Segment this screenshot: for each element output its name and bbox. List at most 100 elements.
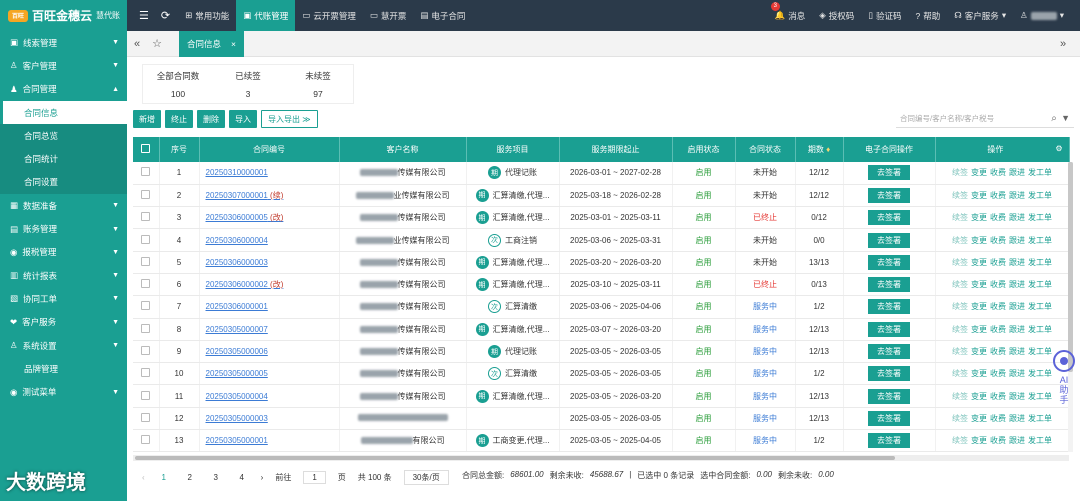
messages-button[interactable]: 3 🔔 消息: [770, 1, 805, 22]
change-link[interactable]: 变更: [971, 168, 987, 177]
sidebar-item-workorders[interactable]: ▧ 协同工单 ▼: [0, 287, 127, 310]
change-link[interactable]: 变更: [971, 236, 987, 245]
workorder-link[interactable]: 发工单: [1028, 369, 1052, 378]
change-link[interactable]: 变更: [971, 258, 987, 267]
ai-assistant-button[interactable]: AI 助 手: [1052, 350, 1076, 405]
stop-button[interactable]: 终止: [165, 110, 193, 128]
renew-link[interactable]: 续签: [952, 191, 968, 200]
follow-link[interactable]: 跟进: [1009, 302, 1025, 311]
sidebar-item-system[interactable]: ♙ 系统设置 ▼: [0, 334, 127, 357]
sign-button[interactable]: 去签署: [868, 366, 910, 382]
workorder-link[interactable]: 发工单: [1028, 436, 1052, 445]
sidebar-item-reports[interactable]: ▥ 统计报表 ▼: [0, 264, 127, 287]
sidebar-sub-contract-overview[interactable]: 合同总览: [0, 124, 127, 148]
sign-button[interactable]: 去签署: [868, 433, 910, 449]
row-checkbox[interactable]: [133, 162, 160, 185]
charge-link[interactable]: 收费: [990, 191, 1006, 200]
refresh-icon[interactable]: ⟳: [161, 9, 170, 22]
stat-total[interactable]: 全部合同数 100: [143, 65, 213, 103]
change-link[interactable]: 变更: [971, 414, 987, 423]
sidebar-item-data-prep[interactable]: ▦ 数据准备 ▼: [0, 194, 127, 217]
contract-no-link[interactable]: 20250305000001: [199, 429, 340, 453]
table-row[interactable]: 8 20250305000007 传媒有限公司 期汇算清缴,代理... 2025…: [133, 318, 1070, 341]
table-row[interactable]: 7 20250306000001 传媒有限公司 次汇算清缴 2025-03-06…: [133, 295, 1070, 319]
renew-link[interactable]: 续签: [952, 280, 968, 289]
charge-link[interactable]: 收费: [990, 302, 1006, 311]
renew-link[interactable]: 续签: [952, 302, 968, 311]
delete-button[interactable]: 删除: [197, 110, 225, 128]
follow-link[interactable]: 跟进: [1009, 258, 1025, 267]
topnav-e-contract[interactable]: ▤ 电子合同: [413, 0, 472, 31]
sign-button[interactable]: 去签署: [868, 232, 910, 248]
sidebar-item-contracts[interactable]: ♟ 合同管理 ▲: [0, 78, 127, 101]
table-row[interactable]: 1 20250310000001 传媒有限公司 期代理记账 2026-03-01…: [133, 162, 1070, 185]
charge-link[interactable]: 收费: [990, 414, 1006, 423]
workorder-link[interactable]: 发工单: [1028, 191, 1052, 200]
workorder-link[interactable]: 发工单: [1028, 280, 1052, 289]
charge-link[interactable]: 收费: [990, 236, 1006, 245]
import-export-button[interactable]: 导入导出 ≫: [261, 110, 318, 128]
charge-link[interactable]: 收费: [990, 325, 1006, 334]
follow-link[interactable]: 跟进: [1009, 213, 1025, 222]
sign-button[interactable]: 去签署: [868, 277, 910, 293]
contract-no-link[interactable]: 20250307000001 (续): [199, 184, 340, 208]
sign-button[interactable]: 去签署: [868, 299, 910, 315]
follow-link[interactable]: 跟进: [1009, 236, 1025, 245]
prev-page-icon[interactable]: ‹: [142, 473, 145, 482]
table-row[interactable]: 12 20250305000003 2025-03-05 ~ 2026-03-0…: [133, 407, 1070, 431]
sidebar-item-customers[interactable]: ♙ 客户管理 ▼: [0, 54, 127, 77]
follow-link[interactable]: 跟进: [1009, 414, 1025, 423]
follow-link[interactable]: 跟进: [1009, 191, 1025, 200]
workorder-link[interactable]: 发工单: [1028, 168, 1052, 177]
contract-no-link[interactable]: 20250305000007: [199, 318, 340, 341]
renew-link[interactable]: 续签: [952, 168, 968, 177]
sidebar-item-tax[interactable]: ◉ 报税管理 ▼: [0, 241, 127, 264]
change-link[interactable]: 变更: [971, 302, 987, 311]
sidebar-item-accounts[interactable]: ▤ 账务管理 ▼: [0, 217, 127, 240]
sign-button[interactable]: 去签署: [868, 187, 910, 203]
tabs-left-icon[interactable]: «: [127, 38, 147, 50]
sign-button[interactable]: 去签署: [868, 321, 910, 337]
change-link[interactable]: 变更: [971, 392, 987, 401]
charge-link[interactable]: 收费: [990, 280, 1006, 289]
page-1[interactable]: 1: [157, 473, 171, 482]
search-icon[interactable]: ⌕: [1051, 113, 1057, 124]
table-row[interactable]: 11 20250305000004 传媒有限公司 期汇算清缴,代理... 202…: [133, 384, 1070, 408]
sign-button[interactable]: 去签署: [868, 165, 910, 181]
change-link[interactable]: 变更: [971, 191, 987, 200]
filter-icon[interactable]: ▼: [1061, 113, 1070, 123]
workorder-link[interactable]: 发工单: [1028, 236, 1052, 245]
row-checkbox[interactable]: [133, 362, 160, 386]
charge-link[interactable]: 收费: [990, 392, 1006, 401]
row-checkbox[interactable]: [133, 295, 160, 319]
sidebar-item-leads[interactable]: ▣ 线索管理 ▼: [0, 31, 127, 54]
tab-contract-info[interactable]: 合同信息 ×: [179, 30, 244, 57]
charge-link[interactable]: 收费: [990, 168, 1006, 177]
renew-link[interactable]: 续签: [952, 236, 968, 245]
contract-no-link[interactable]: 20250305000003: [199, 407, 340, 431]
settings-icon[interactable]: ⚙: [1055, 144, 1062, 153]
renew-link[interactable]: 续签: [952, 436, 968, 445]
next-page-icon[interactable]: ›: [261, 473, 264, 482]
topnav-smart-invoice[interactable]: ▭ 慧开票: [363, 0, 414, 31]
renew-link[interactable]: 续签: [952, 258, 968, 267]
auth-code-button[interactable]: ◈ 授权码: [819, 10, 854, 22]
sidebar-sub-contract-settings[interactable]: 合同设置: [0, 170, 127, 195]
table-row[interactable]: 10 20250305000005 传媒有限公司 次汇算清缴 2025-03-0…: [133, 362, 1070, 386]
change-link[interactable]: 变更: [971, 436, 987, 445]
workorder-link[interactable]: 发工单: [1028, 302, 1052, 311]
sign-button[interactable]: 去签署: [868, 410, 910, 426]
follow-link[interactable]: 跟进: [1009, 347, 1025, 356]
page-size-select[interactable]: 30条/页: [403, 470, 449, 485]
sidebar-item-test[interactable]: ◉ 测试菜单 ▼: [0, 380, 127, 403]
table-row[interactable]: 9 20250305000006 传媒有限公司 期代理记账 2025-03-05…: [133, 340, 1070, 364]
topnav-accounting[interactable]: ▣ 代账管理: [236, 0, 296, 31]
contract-no-link[interactable]: 20250305000006: [199, 340, 340, 364]
tabs-right-icon[interactable]: »: [1060, 38, 1080, 50]
workorder-link[interactable]: 发工单: [1028, 213, 1052, 222]
menu-toggle-icon[interactable]: ☰: [139, 9, 149, 22]
select-all-checkbox[interactable]: [133, 137, 160, 162]
charge-link[interactable]: 收费: [990, 347, 1006, 356]
page-3[interactable]: 3: [209, 473, 223, 482]
workorder-link[interactable]: 发工单: [1028, 325, 1052, 334]
